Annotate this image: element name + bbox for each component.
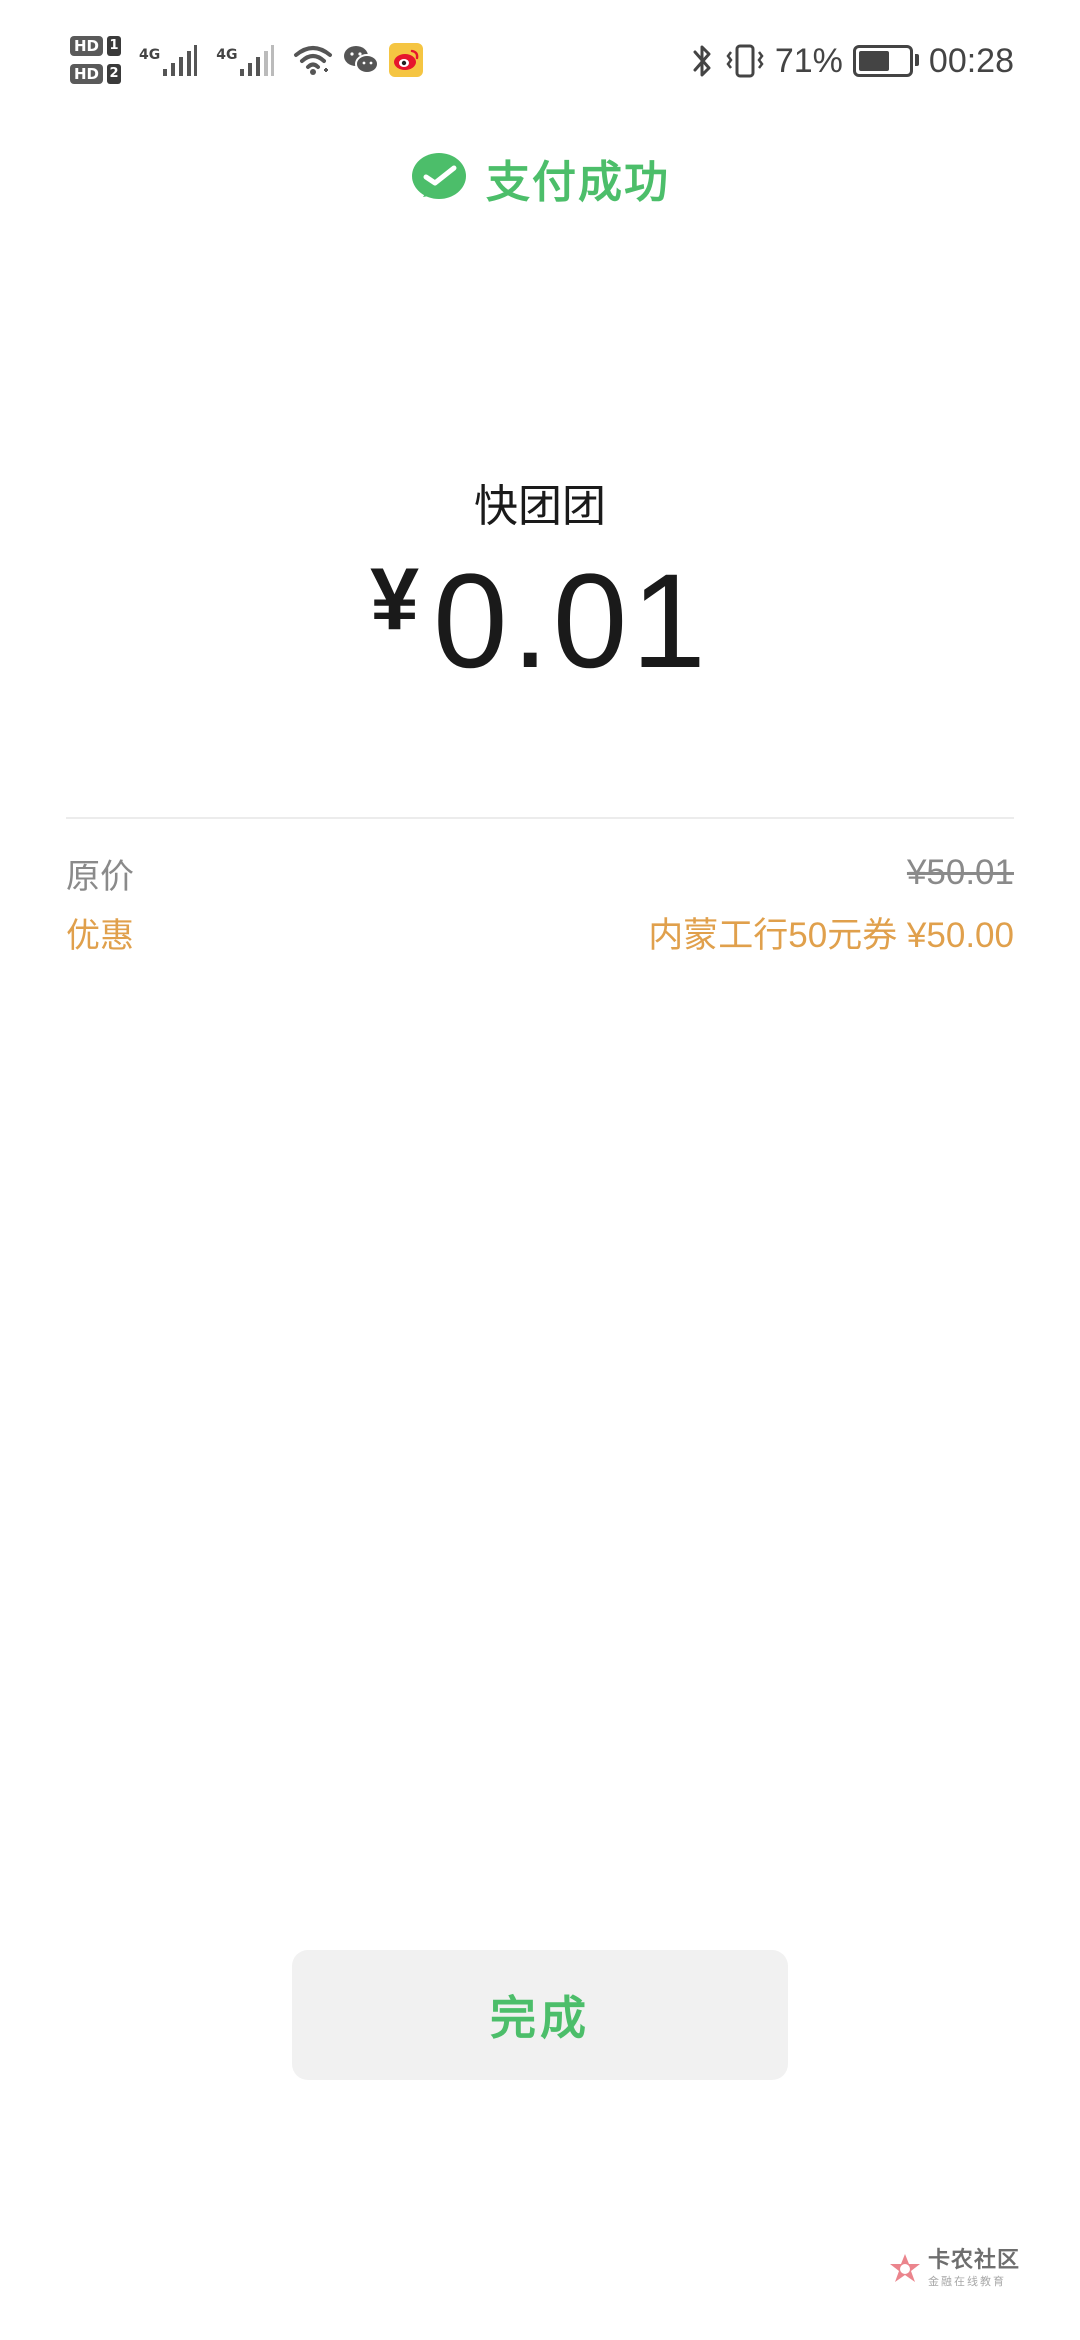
battery-percent: 71% <box>774 41 843 80</box>
original-price-row: 原价 ¥50.01 <box>66 848 1014 898</box>
original-price-label: 原价 <box>66 856 134 897</box>
page-title: 支付成功 <box>486 157 670 208</box>
battery-fill <box>858 51 889 71</box>
status-bar: HD 1 HD 2 4G 4G 71% 00:28 <box>0 0 1080 120</box>
sim-number-2: 2 <box>107 64 122 84</box>
discount-value: 内蒙工行50元券 ¥50.00 <box>648 915 1014 955</box>
hd-indicators: HD 1 HD 2 <box>70 36 122 84</box>
clock: 00:28 <box>928 41 1014 80</box>
sim-number-1: 1 <box>107 36 122 56</box>
amount-value: 0.01 <box>433 547 710 696</box>
discount-label: 优惠 <box>66 915 134 956</box>
watermark-subtitle: 金融在线教育 <box>927 2275 1006 2288</box>
hd-row-1: HD 1 <box>70 36 122 56</box>
status-bar-left: HD 1 HD 2 4G 4G <box>70 28 424 92</box>
signal-icon <box>163 45 198 76</box>
hd-badge-2: HD <box>70 64 104 84</box>
vibrate-icon <box>726 44 764 78</box>
original-price-value: ¥50.01 <box>906 853 1014 892</box>
status-bar-right: 71% 00:28 <box>691 36 1014 86</box>
signal-icon <box>240 45 275 76</box>
hd-badge-1: HD <box>70 36 104 56</box>
discount-row: 优惠 内蒙工行50元券 ¥50.00 <box>66 907 1014 957</box>
wechat-icon <box>344 46 380 74</box>
battery-icon <box>852 45 919 77</box>
kanong-logo-icon <box>889 2253 920 2282</box>
watermark-text: 卡农社区 金融在线教育 <box>927 2248 1020 2288</box>
hd-row-2: HD 2 <box>70 64 122 84</box>
wifi-icon <box>294 46 333 75</box>
watermark-logo: 卡农社区 金融在线教育 <box>888 2250 1020 2287</box>
network-type-1: 4G <box>139 47 161 63</box>
payment-amount: ¥0.01 <box>0 545 1080 698</box>
weibo-icon <box>389 43 424 77</box>
divider <box>66 817 1014 819</box>
network-type-2: 4G <box>216 47 238 63</box>
bluetooth-icon <box>693 45 711 77</box>
merchant-name: 快团团 <box>474 481 606 532</box>
wechat-pay-icon <box>412 153 466 199</box>
signal-group-2: 4G <box>216 43 275 77</box>
signal-group-1: 4G <box>139 43 198 77</box>
payment-success-header: 支付成功 <box>0 146 1080 210</box>
done-button[interactable]: 完成 <box>292 1950 788 2080</box>
watermark-title: 卡农社区 <box>927 2248 1020 2273</box>
currency-symbol: ¥ <box>370 549 420 648</box>
